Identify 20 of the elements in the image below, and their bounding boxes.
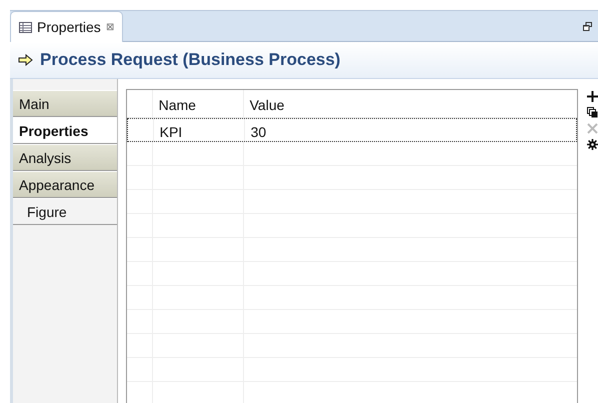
table-icon: [19, 22, 32, 32]
column-header[interactable]: Value: [244, 90, 577, 117]
close-button[interactable]: ⊠: [106, 21, 114, 33]
gear-icon[interactable]: [587, 139, 598, 150]
arrow-icon: [18, 54, 34, 66]
sidebar-tab[interactable]: Figure: [13, 198, 117, 225]
table-cell-text: 30: [250, 123, 268, 141]
sidebar-tab[interactable]: Main: [13, 90, 117, 117]
table-row[interactable]: KPI 30: [126, 118, 577, 142]
tab-title: Properties: [37, 19, 101, 35]
restore-icon[interactable]: [583, 22, 592, 30]
column-header[interactable]: Name: [152, 90, 244, 117]
sidebar-tab[interactable]: Appearance: [13, 171, 117, 198]
add-icon[interactable]: [587, 91, 598, 102]
sidebar-tab[interactable]: Analysis: [13, 144, 117, 171]
header-title: Process Request (Business Process): [40, 50, 340, 70]
table-cell: KPI: [154, 119, 245, 141]
sidebar-tab[interactable]: Properties: [13, 117, 117, 144]
view-tab[interactable]: Properties ⊠: [10, 11, 123, 42]
copy-icon[interactable]: [587, 107, 598, 118]
